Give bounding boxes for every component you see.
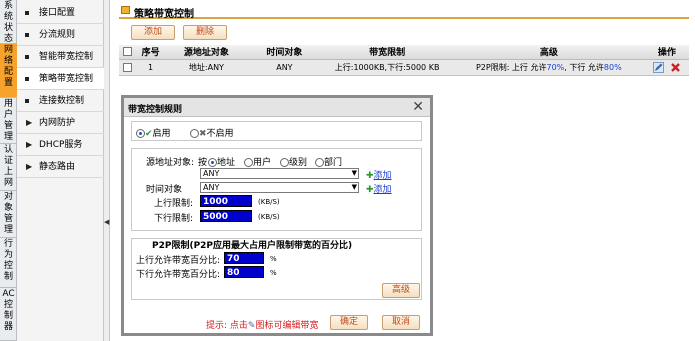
col-advanced: 高级 — [452, 45, 645, 60]
bandwidth-rule-dialog: 带宽控制规则 ✕ ✔启用 ✖不启用 源地址对象: 按 地址 用户 级别 部门 A… — [121, 95, 433, 336]
col-bandwidth: 带宽限制 — [321, 45, 453, 60]
chevron-right-icon: ▶ — [26, 162, 33, 171]
submenu-intranet-protection[interactable]: ▶ 内网防护 — [17, 112, 104, 134]
row-source: 地址:ANY — [165, 59, 248, 76]
collapse-arrow-icon[interactable]: ◀ — [104, 218, 109, 226]
tab-network-config[interactable]: 网络配置 — [0, 44, 17, 98]
col-source: 源地址对象 — [165, 45, 248, 60]
settings-box: 源地址对象: 按 地址 用户 级别 部门 ANY ▼ ✚添加 时间对象 ANY ▼ … — [131, 148, 422, 231]
hint-text: 提示: 点击✎图标可编辑带宽 — [206, 321, 319, 331]
disable-radio[interactable] — [190, 129, 199, 138]
submenu-policy-bandwidth[interactable]: 策略带宽控制 — [17, 68, 104, 90]
advanced-button[interactable]: 高级 — [382, 283, 420, 298]
row-advanced: P2P限制: 上行 允许70%, 下行 允许80% — [452, 59, 645, 76]
submenu: 接口配置 分流规则 智能带宽控制 策略带宽控制 连接数控制 ▶ 内网防护 ▶ D… — [17, 0, 104, 341]
col-actions: 操作 — [644, 45, 689, 60]
tab-object-management[interactable]: 对象管理 — [0, 191, 17, 238]
col-index: 序号 — [135, 45, 166, 60]
p2p-up-label: 上行允许带宽百分比: — [136, 256, 221, 266]
tab-behavior-control[interactable]: 行为控制 — [0, 238, 17, 288]
chevron-right-icon: ▶ — [26, 118, 33, 127]
plus-icon: ✚ — [366, 171, 374, 181]
time-label: 时间对象 — [146, 185, 183, 195]
dialog-title: 带宽控制规则 — [128, 105, 183, 115]
down-limit-input[interactable]: 5000 — [200, 210, 252, 222]
down-limit-label: 下行限制: — [154, 214, 194, 224]
tab-user-management[interactable]: 用户管理 — [0, 98, 17, 144]
disable-option[interactable]: ✖不启用 — [190, 126, 234, 139]
close-icon[interactable]: ✕ — [412, 99, 424, 115]
submenu-smart-bandwidth[interactable]: 智能带宽控制 — [17, 46, 104, 68]
chevron-right-icon: ▶ — [26, 140, 33, 149]
source-by-label: 按 — [198, 158, 208, 168]
tab-ac-controller[interactable]: AC控制器 — [0, 288, 17, 341]
p2p-down-input[interactable]: 80 — [224, 266, 264, 278]
source-add-link[interactable]: ✚添加 — [366, 168, 392, 181]
enable-box: ✔启用 ✖不启用 — [131, 121, 422, 141]
x-icon: ✖ — [199, 129, 207, 139]
folder-icon — [121, 6, 130, 14]
p2p-box: P2P限制(P2P应用最大占用户限制带宽的百分比) 上行允许带宽百分比: 70 … — [131, 238, 422, 300]
bullet-icon — [25, 11, 29, 15]
source-opt-dept[interactable]: 部门 — [315, 155, 342, 168]
p2p-down-percent: % — [270, 269, 277, 277]
ok-button[interactable]: 确定 — [330, 315, 368, 330]
delete-button[interactable]: 删除 — [183, 25, 227, 40]
table-header: 序号 源地址对象 时间对象 带宽限制 高级 操作 — [119, 45, 689, 60]
source-opt-user[interactable]: 用户 — [244, 155, 271, 168]
col-time: 时间对象 — [247, 45, 322, 60]
submenu-interface-config[interactable]: 接口配置 — [17, 2, 104, 24]
check-icon: ✔ — [145, 129, 153, 139]
bullet-icon — [25, 55, 29, 59]
select-all-checkbox[interactable] — [122, 46, 132, 56]
row-index: 1 — [135, 59, 166, 76]
bullet-icon — [25, 99, 29, 103]
p2p-down-label: 下行允许带宽百分比: — [136, 270, 221, 280]
plus-icon: ✚ — [366, 185, 374, 195]
row-bandwidth: 上行:1000KB,下行:5000 KB — [321, 59, 453, 76]
add-button[interactable]: 添加 — [131, 25, 175, 40]
up-limit-label: 上行限制: — [154, 199, 194, 209]
submenu-static-route[interactable]: ▶ 静态路由 — [17, 156, 104, 178]
page-title-bar: 策略带宽控制 — [119, 3, 689, 20]
tab-auth-online[interactable]: 认证上网 — [0, 144, 17, 191]
source-label: 源地址对象: — [146, 158, 195, 168]
time-select[interactable]: ANY ▼ — [200, 182, 359, 193]
row-actions — [644, 59, 689, 76]
sidebar-collapse-bar[interactable]: ◀ — [104, 0, 110, 341]
enable-radio[interactable] — [136, 129, 145, 138]
submenu-connection-limit[interactable]: 连接数控制 — [17, 90, 104, 112]
table-row: 1 地址:ANY ANY 上行:1000KB,下行:5000 KB P2P限制:… — [119, 59, 689, 76]
chevron-down-icon: ▼ — [351, 183, 357, 191]
p2p-up-percent: % — [270, 255, 277, 263]
row-time: ANY — [247, 59, 322, 76]
bullet-icon — [25, 77, 29, 81]
p2p-title: P2P限制(P2P应用最大占用户限制带宽的百分比) — [152, 241, 353, 251]
up-limit-input[interactable]: 1000 — [200, 195, 252, 207]
policy-table: 序号 源地址对象 时间对象 带宽限制 高级 操作 1 地址:ANY ANY 上行… — [119, 45, 689, 76]
vertical-nav: 系统状态 网络配置 用户管理 认证上网 对象管理 行为控制 AC控制器 — [0, 0, 17, 341]
page-title: 策略带宽控制 — [134, 9, 194, 20]
delete-icon[interactable] — [670, 62, 681, 73]
down-unit: (KB/S) — [258, 213, 280, 221]
p2p-up-input[interactable]: 70 — [224, 252, 264, 264]
edit-icon[interactable] — [653, 61, 665, 73]
source-opt-address[interactable]: 地址 — [208, 155, 235, 168]
dialog-header: 带宽控制规则 ✕ — [124, 98, 430, 117]
submenu-dhcp[interactable]: ▶ DHCP服务 — [17, 134, 104, 156]
bullet-icon — [25, 33, 29, 37]
cancel-button[interactable]: 取消 — [382, 315, 420, 330]
up-unit: (KB/S) — [258, 198, 280, 206]
submenu-split-rules[interactable]: 分流规则 — [17, 24, 104, 46]
row-checkbox[interactable] — [122, 62, 132, 72]
tab-system-status[interactable]: 系统状态 — [0, 0, 17, 44]
source-select[interactable]: ANY ▼ — [200, 168, 359, 179]
source-opt-level[interactable]: 级别 — [280, 155, 307, 168]
enable-option[interactable]: ✔启用 — [136, 126, 171, 139]
time-add-link[interactable]: ✚添加 — [366, 182, 392, 195]
chevron-down-icon: ▼ — [351, 169, 357, 177]
